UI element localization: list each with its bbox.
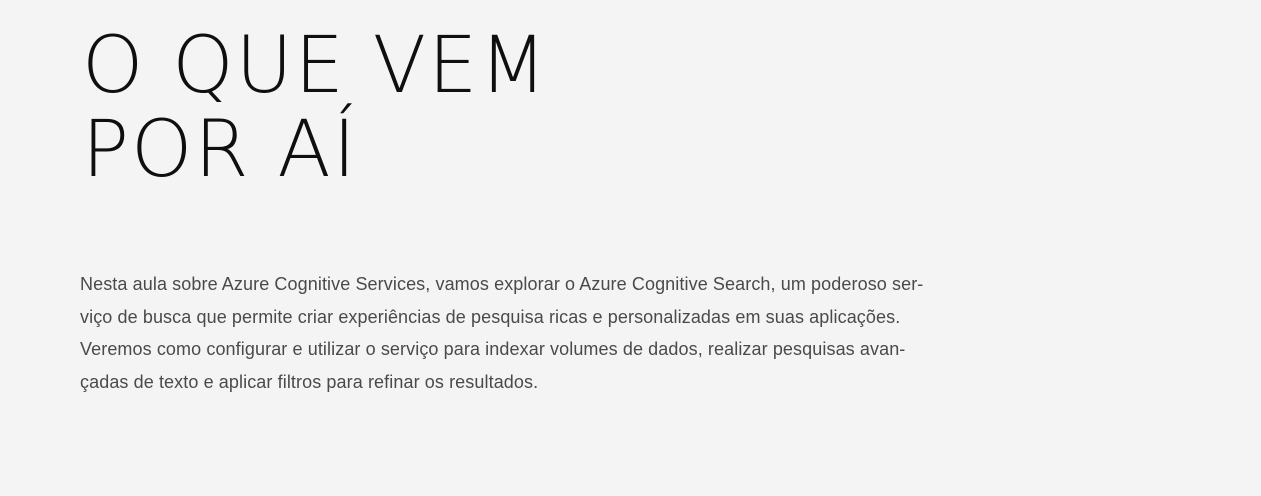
slide-page: O QUE VEM POR AÍ Nesta aula sobre Azure …: [0, 0, 1261, 496]
title-line-2: POR AÍ: [82, 105, 358, 195]
paragraph-line-2: viço de busca que permite criar experiên…: [80, 306, 901, 327]
page-title: O QUE VEM POR AÍ: [82, 24, 549, 192]
paragraph-line-1: Nesta aula sobre Azure Cognitive Service…: [80, 274, 924, 294]
title-line-1: O QUE VEM: [82, 21, 549, 111]
paragraph-line-3: Veremos como configurar e utilizar o ser…: [80, 339, 906, 359]
paragraph-line-4: çadas de texto e aplicar filtros para re…: [80, 371, 539, 392]
intro-paragraph: Nesta aula sobre Azure Cognitive Service…: [80, 268, 980, 398]
